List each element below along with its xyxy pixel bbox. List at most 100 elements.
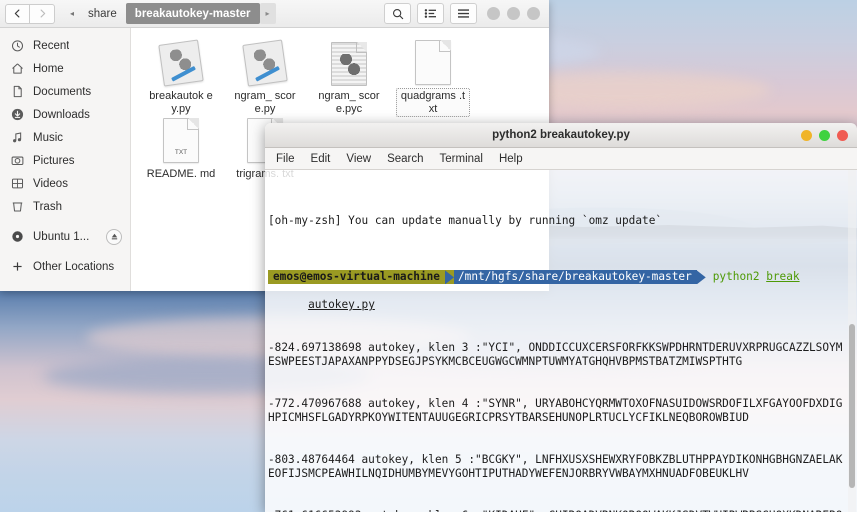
python-compiled-icon (327, 40, 371, 86)
plus-icon (10, 260, 24, 274)
maximize-button[interactable] (819, 129, 830, 141)
window-controls[interactable] (487, 7, 540, 20)
file-manager-header: ◂ share breakautokey-master ▸ (0, 0, 549, 28)
list-view-icon (424, 9, 436, 18)
prompt-command: python2 break (706, 270, 800, 284)
chevron-right-icon (40, 9, 45, 18)
clock-icon (10, 39, 24, 53)
sidebar-label: Music (33, 131, 64, 144)
close-button[interactable] (527, 7, 540, 20)
file-item-breakautokey-py[interactable]: breakautok ey.py (139, 38, 223, 116)
file-item-ngram-score-pyc[interactable]: ngram_ score.pyc (307, 38, 391, 116)
text-file-icon (411, 40, 455, 85)
sidebar-item-recent[interactable]: Recent (0, 34, 130, 57)
command-link: break (766, 270, 800, 284)
minimize-button[interactable] (487, 7, 500, 20)
sidebar-item-downloads[interactable]: Downloads (0, 103, 130, 126)
sidebar-item-documents[interactable]: Documents (0, 80, 130, 103)
text-file-icon: TXT (159, 118, 203, 164)
back-button[interactable] (5, 3, 30, 24)
sidebar-label: Documents (33, 85, 92, 98)
command-wrap: autokey.py (308, 298, 375, 312)
sidebar-item-ubuntu-disc[interactable]: Ubuntu 1... (0, 225, 130, 248)
menu-item-search[interactable]: Search (387, 153, 423, 165)
search-icon (392, 8, 403, 19)
view-options-button[interactable] (417, 3, 444, 24)
main-menu-button[interactable] (450, 3, 477, 24)
terminal-menubar[interactable]: File Edit View Search Terminal Help (265, 148, 857, 170)
file-label: ngram_ score.py (234, 90, 296, 115)
sidebar-item-trash[interactable]: Trash (0, 195, 130, 218)
file-item-readme-md[interactable]: TXT README. md (139, 116, 223, 194)
chevron-left-icon (14, 9, 20, 18)
sidebar-item-home[interactable]: Home (0, 57, 130, 80)
trash-icon (10, 200, 24, 214)
forward-button[interactable] (30, 3, 55, 24)
minimize-button[interactable] (801, 129, 812, 141)
sidebar-label: Downloads (33, 108, 90, 121)
breadcrumb-next-arrow[interactable]: ▸ (259, 3, 276, 24)
prompt-separator-icon (697, 270, 706, 284)
close-button[interactable] (837, 129, 848, 141)
breadcrumb-item-breakautokey-master[interactable]: breakautokey-master (125, 3, 260, 24)
sidebar-label: Other Locations (33, 260, 115, 273)
menu-item-edit[interactable]: Edit (311, 153, 331, 165)
prompt-user-host: emos@emos-virtual-machine (268, 270, 445, 285)
sidebar-item-other-locations[interactable]: Other Locations (0, 255, 130, 278)
file-item-quadgrams-txt[interactable]: quadgrams .txt (391, 38, 475, 117)
maximize-button[interactable] (507, 7, 520, 20)
menu-item-help[interactable]: Help (499, 153, 523, 165)
breadcrumb-item-share[interactable]: share (79, 3, 126, 24)
terminal-window-controls[interactable] (801, 129, 848, 141)
terminal-scrollbar[interactable] (848, 170, 856, 512)
music-note-icon (10, 131, 24, 145)
menu-item-view[interactable]: View (346, 153, 371, 165)
sidebar-label: Videos (33, 177, 68, 190)
terminal-text: [oh-my-zsh] You can update manually by r… (266, 172, 849, 512)
scrollbar-thumb[interactable] (849, 323, 855, 489)
output-line: -772.470967688 autokey, klen 4 :"SYNR", … (268, 396, 843, 424)
breadcrumb[interactable]: ◂ share breakautokey-master ▸ (65, 3, 276, 24)
eject-button[interactable] (106, 228, 122, 245)
menu-icon (458, 9, 469, 18)
output-line: -824.697138698 autokey, klen 3 :"YCI", O… (268, 340, 843, 368)
sidebar-label: Ubuntu 1... (33, 230, 90, 243)
sidebar-divider (0, 248, 130, 255)
file-label: breakautok ey.py (149, 90, 213, 115)
file-type-tag: TXT (174, 149, 188, 156)
file-label-selected: quadgrams .txt (396, 88, 470, 117)
sidebar-label: Recent (33, 39, 70, 52)
documents-icon (10, 85, 24, 99)
home-icon (10, 62, 24, 76)
video-icon (10, 177, 24, 191)
disc-icon (10, 230, 24, 244)
sidebar-label: Home (33, 62, 64, 75)
camera-icon (10, 154, 24, 168)
sidebar-divider (0, 218, 130, 225)
sidebar-item-videos[interactable]: Videos (0, 172, 130, 195)
terminal-output-area[interactable]: [oh-my-zsh] You can update manually by r… (265, 170, 857, 512)
search-button[interactable] (384, 3, 411, 24)
sidebar-item-music[interactable]: Music (0, 126, 130, 149)
python-script-icon (158, 39, 204, 87)
file-item-ngram-score-py[interactable]: ngram_ score.py (223, 38, 307, 116)
sidebar-item-pictures[interactable]: Pictures (0, 149, 130, 172)
python-script-icon (242, 39, 288, 87)
prompt-path: /mnt/hgfs/share/breakautokey-master (453, 270, 697, 285)
command-text: python2 (712, 270, 767, 284)
file-label: README. md (146, 168, 216, 180)
terminal-titlebar[interactable]: python2 breakautokey.py (265, 123, 857, 148)
navigation-buttons[interactable] (5, 3, 55, 24)
sidebar-label: Trash (33, 200, 62, 213)
terminal-window[interactable]: python2 breakautokey.py File Edit View S… (265, 123, 857, 512)
output-line: -803.48764464 autokey, klen 5 :"BCGKY", … (268, 452, 843, 480)
terminal-title: python2 breakautokey.py (492, 129, 630, 141)
prompt-separator-icon (444, 270, 454, 285)
menu-item-file[interactable]: File (276, 153, 295, 165)
sidebar: Recent Home Documents Downloads Music Pi… (0, 28, 131, 291)
file-manager-toolbar (384, 3, 544, 24)
eject-icon (111, 233, 117, 240)
breadcrumb-prev-arrow[interactable]: ◂ (65, 3, 79, 24)
file-label: ngram_ score.pyc (318, 90, 380, 115)
menu-item-terminal[interactable]: Terminal (440, 153, 483, 165)
